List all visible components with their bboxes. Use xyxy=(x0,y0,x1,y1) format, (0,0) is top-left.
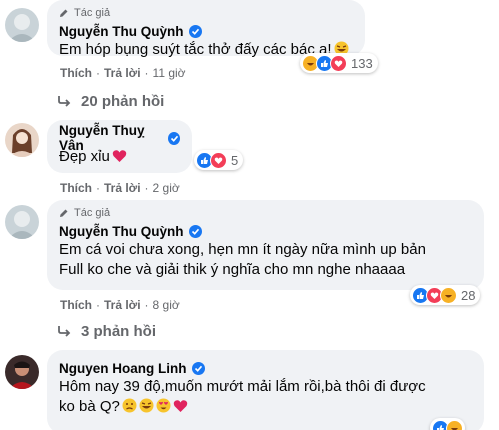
reply-arrow-icon xyxy=(58,326,71,337)
like-action[interactable]: Thích xyxy=(60,66,92,80)
view-replies[interactable]: 20 phản hồi xyxy=(57,91,164,111)
author-badge: Tác giả xyxy=(59,6,353,19)
heart-eyes-emoji xyxy=(156,398,171,419)
like-action[interactable]: Thích xyxy=(60,298,92,312)
comment-author[interactable]: Nguyễn Thu Quỳnh xyxy=(59,224,184,239)
rolling-laugh-emoji xyxy=(139,398,154,419)
comment-time[interactable]: 8 giờ xyxy=(153,298,180,312)
view-replies[interactable]: 3 phản hồi xyxy=(57,321,156,341)
comment-text: Hôm nay 39 độ,muốn mướt mải lắm rồi,bà t… xyxy=(59,378,426,415)
reaction-summary[interactable]: 28 xyxy=(410,285,481,305)
avatar[interactable] xyxy=(5,205,39,239)
verified-badge-icon xyxy=(168,131,180,145)
replies-label[interactable]: 3 phản hồi xyxy=(81,323,156,340)
reply-arrow-icon xyxy=(58,96,71,107)
comment-actions: Thích · Trả lời · 8 giờ xyxy=(60,298,180,312)
author-tag-label: Tác giả xyxy=(74,6,111,19)
comment-bubble: Tác giả Nguyễn Thu Quỳnh Em cá voi chưa … xyxy=(47,200,484,290)
pen-icon xyxy=(60,9,68,17)
love-icon xyxy=(210,151,227,169)
love-icon xyxy=(330,54,347,72)
comment-bubble: Tác giả Nguyễn Thu Quỳnh Em hóp bụng suý… xyxy=(47,0,365,58)
comment-author[interactable]: Nguyen Hoang Linh xyxy=(59,361,187,376)
reply-action[interactable]: Trả lời xyxy=(104,181,141,195)
reply-action[interactable]: Trả lời xyxy=(104,298,141,312)
sad-emoji xyxy=(122,398,137,419)
reaction-count: 28 xyxy=(461,287,476,303)
comment-text: Em cá voi chưa xong, hẹn mn ít ngày nữa … xyxy=(59,241,426,278)
red-heart-emoji xyxy=(173,399,188,419)
comment-bubble: Nguyen Hoang Linh Hôm nay 39 độ,muốn mướ… xyxy=(47,350,484,430)
red-heart-emoji xyxy=(112,149,127,169)
avatar[interactable] xyxy=(5,123,39,157)
avatar[interactable] xyxy=(5,355,39,389)
author-tag-label: Tác giả xyxy=(74,206,111,219)
comment-actions: Thích · Trả lời · 2 giờ xyxy=(60,181,180,195)
comment-bubble: Nguyễn Thuỵ Vân Đẹp xỉu xyxy=(47,120,192,173)
comment-time[interactable]: 2 giờ xyxy=(153,181,180,195)
verified-badge-icon xyxy=(188,224,202,238)
author-badge: Tác giả xyxy=(59,206,472,219)
reply-action[interactable]: Trả lời xyxy=(104,66,141,80)
like-action[interactable]: Thích xyxy=(60,181,92,195)
reaction-summary[interactable] xyxy=(430,418,465,430)
reaction-count: 133 xyxy=(351,55,373,71)
replies-label[interactable]: 20 phản hồi xyxy=(81,93,164,110)
avatar[interactable] xyxy=(5,8,39,42)
reaction-count: 5 xyxy=(231,152,239,168)
pen-icon xyxy=(60,209,68,217)
reaction-summary[interactable]: 133 xyxy=(300,53,378,73)
comment-actions: Thích · Trả lời · 11 giờ xyxy=(60,66,186,80)
haha-icon xyxy=(440,286,457,304)
comment-author[interactable]: Nguyễn Thu Quỳnh xyxy=(59,24,184,39)
comment-time[interactable]: 11 giờ xyxy=(153,66,186,80)
verified-badge-icon xyxy=(188,24,202,38)
verified-badge-icon xyxy=(191,361,205,375)
reaction-summary[interactable]: 5 xyxy=(194,150,244,170)
haha-icon xyxy=(446,419,463,430)
comment-text: Đẹp xỉu xyxy=(59,148,110,165)
comment-text: Em hóp bụng suýt tắc thở đấy các bác ạ! xyxy=(59,41,332,58)
